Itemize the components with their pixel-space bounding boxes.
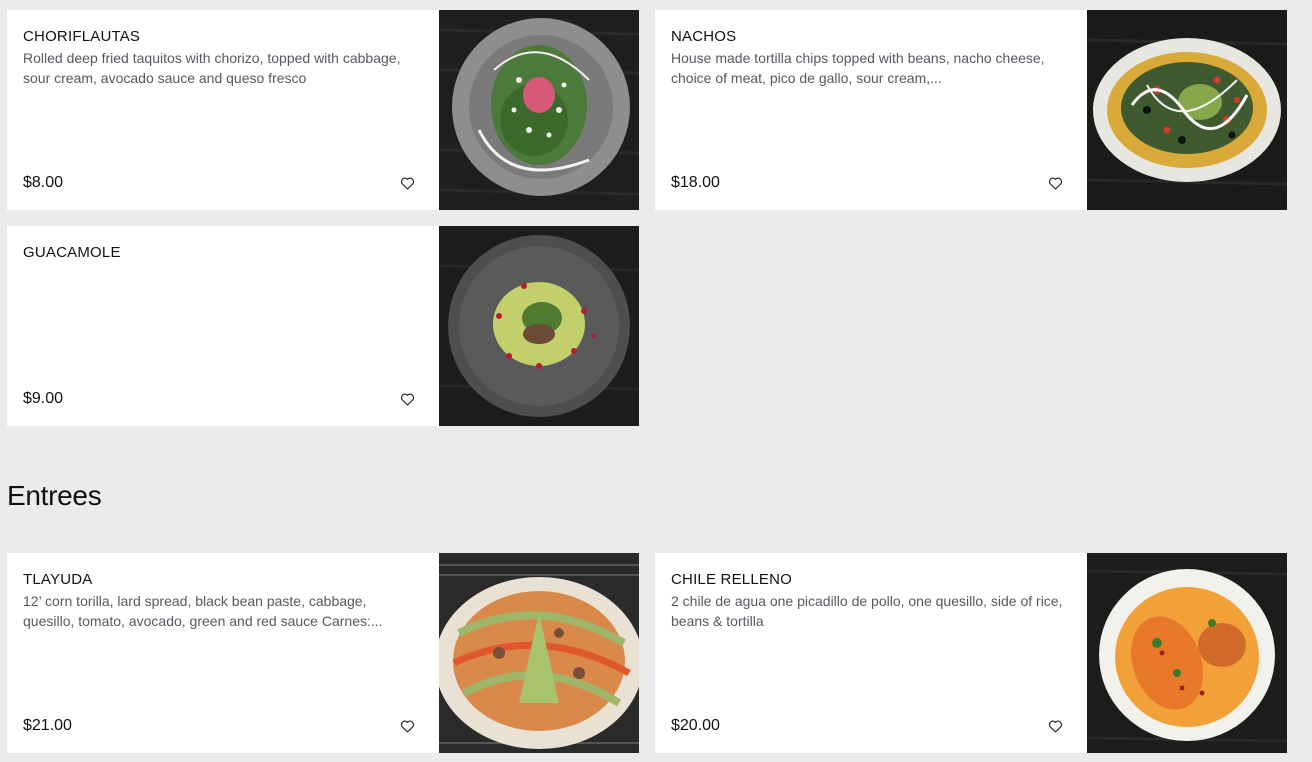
menu-item-text: CHORIFLAUTAS Rolled deep fried taquitos …	[23, 28, 419, 88]
menu-item-name: GUACAMOLE	[23, 244, 121, 261]
menu-page: CHORIFLAUTAS Rolled deep fried taquitos …	[0, 0, 1312, 762]
heart-outline-icon[interactable]	[1046, 717, 1064, 735]
menu-item-card-chile-relleno[interactable]: CHILE RELLENO 2 chile de agua one picadi…	[655, 553, 1287, 753]
menu-item-price: $20.00	[671, 717, 720, 734]
menu-item-price: $9.00	[23, 390, 64, 407]
menu-item-price: $18.00	[671, 174, 720, 191]
heart-outline-icon[interactable]	[398, 717, 416, 735]
heart-outline-icon[interactable]	[1046, 174, 1064, 192]
menu-item-description: Rolled deep fried taquitos with chorizo,…	[23, 50, 401, 86]
menu-item-description: 12’ corn torilla, lard spread, black bea…	[23, 593, 383, 629]
menu-item-description: House made tortilla chips topped with be…	[671, 50, 1045, 86]
tlayuda-photo	[439, 553, 639, 753]
choriflautas-photo	[439, 10, 639, 210]
section-title-entrees: Entrees	[7, 480, 102, 511]
guacamole-photo	[439, 226, 639, 426]
menu-item-name: TLAYUDA	[23, 571, 93, 588]
heart-outline-icon[interactable]	[398, 174, 416, 192]
menu-item-card-choriflautas[interactable]: CHORIFLAUTAS Rolled deep fried taquitos …	[7, 10, 639, 210]
menu-item-text: CHILE RELLENO 2 chile de agua one picadi…	[671, 571, 1067, 631]
chile-relleno-photo	[1087, 553, 1287, 753]
menu-item-text: NACHOS House made tortilla chips topped …	[671, 28, 1067, 88]
menu-item-card-nachos[interactable]: NACHOS House made tortilla chips topped …	[655, 10, 1287, 210]
menu-item-text: GUACAMOLE	[23, 244, 419, 264]
menu-item-card-tlayuda[interactable]: TLAYUDA 12’ corn torilla, lard spread, b…	[7, 553, 639, 753]
menu-item-price: $8.00	[23, 174, 64, 191]
menu-item-description: 2 chile de agua one picadillo de pollo, …	[671, 593, 1063, 629]
nachos-photo	[1087, 10, 1287, 210]
menu-item-price: $21.00	[23, 717, 72, 734]
heart-outline-icon[interactable]	[398, 390, 416, 408]
menu-item-name: NACHOS	[671, 28, 737, 45]
menu-item-name: CHILE RELLENO	[671, 571, 792, 588]
menu-item-text: TLAYUDA 12’ corn torilla, lard spread, b…	[23, 571, 419, 631]
menu-item-card-guacamole[interactable]: GUACAMOLE $9.00	[7, 226, 639, 426]
menu-item-name: CHORIFLAUTAS	[23, 28, 141, 45]
